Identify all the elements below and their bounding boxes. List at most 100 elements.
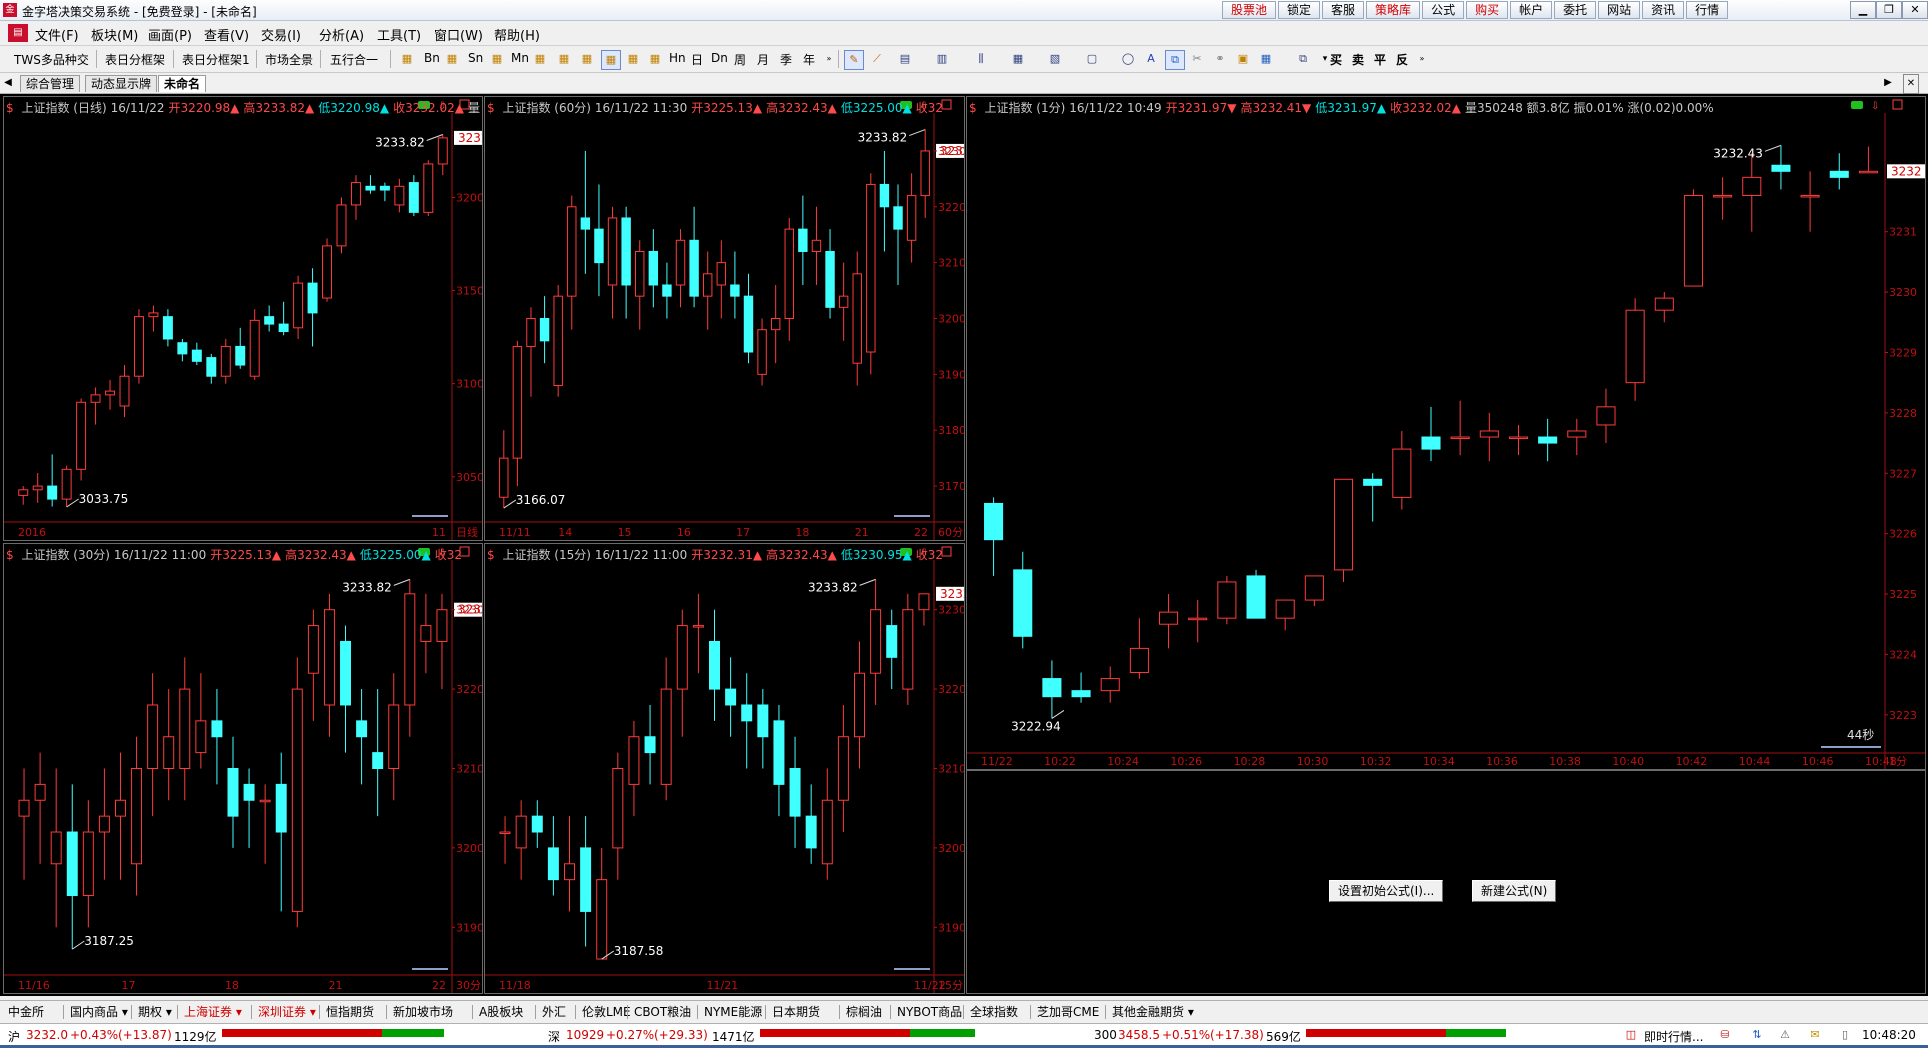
menu-tools[interactable]: 工具(T): [377, 25, 421, 44]
top-button-4[interactable]: 公式: [1422, 1, 1465, 19]
period-mn[interactable]: Mn: [511, 51, 529, 65]
toolbar-five-in-one[interactable]: 五行合一: [330, 51, 378, 68]
market-tab-8[interactable]: 外汇: [538, 1004, 570, 1020]
realtime-quote-link[interactable]: 即时行情...: [1644, 1028, 1703, 1045]
top-button-5[interactable]: 购买: [1466, 1, 1509, 19]
circle-icon[interactable]: ◯: [1119, 50, 1137, 68]
tab-untitled[interactable]: 未命名: [158, 75, 207, 92]
top-button-3[interactable]: 策略库: [1366, 1, 1421, 19]
menu-sector[interactable]: 板块(M): [91, 25, 138, 44]
copy-icon[interactable]: ⧉: [1165, 50, 1185, 70]
market-tab-11[interactable]: NYME能源: [700, 1004, 766, 1020]
market-tab-6[interactable]: 新加坡市场: [389, 1004, 457, 1020]
market-tab-4[interactable]: 深圳证券 ▾: [254, 1004, 320, 1020]
doc-icon[interactable]: ▤: [8, 24, 28, 42]
chart-icon[interactable]: ▦: [531, 50, 549, 68]
message-icon[interactable]: ✉: [1806, 1026, 1824, 1044]
link-icon[interactable]: ⚭: [1211, 50, 1229, 68]
network-icon[interactable]: ⇅: [1748, 1026, 1766, 1044]
kline-icon[interactable]: ⫼: [972, 50, 990, 68]
period-hn[interactable]: Hn: [669, 51, 686, 65]
top-button-6[interactable]: 帐户: [1510, 1, 1553, 19]
market-tab-3[interactable]: 上海证券 ▾: [180, 1004, 246, 1020]
market-tab-7[interactable]: A股板块: [475, 1004, 527, 1020]
overflow-icon[interactable]: »: [1413, 50, 1431, 68]
top-button-0[interactable]: 股票池: [1222, 1, 1277, 19]
grid-icon[interactable]: ▧: [1046, 50, 1064, 68]
image-icon[interactable]: ▣: [1234, 50, 1252, 68]
chart-panel-15min[interactable]: 3233.82 3187.58 3232 3230 3220 3210 3200 3190 11…: [484, 543, 965, 994]
draw-pen-icon[interactable]: ✎: [844, 50, 864, 70]
menu-analysis[interactable]: 分析(A): [319, 25, 364, 44]
market-tab-15[interactable]: 全球指数: [966, 1004, 1022, 1020]
top-button-7[interactable]: 委托: [1554, 1, 1597, 19]
menu-trade[interactable]: 交易(I): [261, 25, 301, 44]
market-tab-12[interactable]: 日本期货: [768, 1004, 824, 1020]
chart-icon[interactable]: ▦: [398, 50, 416, 68]
restore-button[interactable]: ❐: [1876, 1, 1902, 19]
bar-icon[interactable]: ▥: [933, 50, 951, 68]
tab-integrated-management[interactable]: 综合管理: [20, 75, 81, 92]
market-tab-17[interactable]: 其他金融期货 ▾: [1108, 1004, 1198, 1020]
market-tab-13[interactable]: 棕榈油: [842, 1004, 886, 1020]
top-button-1[interactable]: 锁定: [1278, 1, 1321, 19]
menu-file[interactable]: 文件(F): [35, 25, 79, 44]
market-tab-2[interactable]: 期权 ▾: [134, 1004, 176, 1020]
chart-panel-1min[interactable]: 3232.43 3222.94 3232 3231 3230 3229 3228 3227 32…: [966, 96, 1926, 770]
chart-icon[interactable]: ▦: [601, 50, 621, 70]
market-tab-10[interactable]: CBOT粮油: [630, 1004, 695, 1020]
menu-view-layout[interactable]: 画面(P): [148, 25, 192, 44]
period-week[interactable]: 周: [734, 51, 746, 68]
top-button-2[interactable]: 客服: [1322, 1, 1365, 19]
menu-view[interactable]: 查看(V): [204, 25, 249, 44]
period-dn[interactable]: Dn: [711, 51, 728, 65]
warning-icon[interactable]: ⚠: [1776, 1026, 1794, 1044]
toolbar-tws[interactable]: TWS多品种交: [14, 51, 89, 68]
trade-reverse[interactable]: 反: [1396, 51, 1408, 68]
minimize-button[interactable]: ▁: [1850, 1, 1876, 19]
frame-icon[interactable]: ▢: [1083, 50, 1101, 68]
new-formula-button[interactable]: 新建公式(N): [1472, 880, 1557, 902]
period-sn[interactable]: Sn: [468, 51, 483, 65]
trade-buy[interactable]: 买: [1330, 51, 1342, 68]
period-bn[interactable]: Bn: [424, 51, 440, 65]
period-quarter[interactable]: 季: [780, 51, 792, 68]
chart-icon[interactable]: ▦: [488, 50, 506, 68]
chart-icon[interactable]: ▦: [555, 50, 573, 68]
top-button-10[interactable]: 行情: [1686, 1, 1729, 19]
indicator-icon[interactable]: ▤: [896, 50, 914, 68]
chart-panel-daily[interactable]: 3233.82 3033.75 3232 3200 3150 3100 3050 2016 11…: [3, 96, 483, 541]
toolbar-frame[interactable]: 表日分框架: [105, 51, 165, 68]
market-tab-5[interactable]: 恒指期货: [322, 1004, 378, 1020]
table-icon[interactable]: ▦: [1257, 50, 1275, 68]
trade-sell[interactable]: 卖: [1352, 51, 1364, 68]
chart-icon[interactable]: ▦: [646, 50, 664, 68]
menu-help[interactable]: 帮助(H): [494, 25, 540, 44]
chart-panel-30min[interactable]: 3233.823187.2532323230322032103200319011…: [3, 543, 483, 994]
layout-icon[interactable]: ⧉: [1294, 50, 1312, 68]
market-tab-1[interactable]: 国内商品 ▾: [66, 1004, 132, 1020]
chart-icon[interactable]: ▦: [624, 50, 642, 68]
tab-close-icon[interactable]: ✕: [1903, 74, 1919, 94]
chart-icon[interactable]: ▦: [578, 50, 596, 68]
toolbar-market-overview[interactable]: 市场全景: [265, 51, 313, 68]
top-button-9[interactable]: 资讯: [1642, 1, 1685, 19]
realtime-quote-icon[interactable]: ◫: [1622, 1026, 1640, 1044]
document-icon[interactable]: ▯: [1836, 1026, 1854, 1044]
market-tab-14[interactable]: NYBOT商品: [893, 1004, 966, 1020]
tab-scroll-left-icon[interactable]: ◀: [2, 74, 14, 92]
market-tab-16[interactable]: 芝加哥CME: [1033, 1004, 1103, 1020]
close-button[interactable]: ✕: [1902, 1, 1928, 19]
volume-icon[interactable]: ▦: [1009, 50, 1027, 68]
trade-close[interactable]: 平: [1374, 51, 1386, 68]
database-icon[interactable]: ⛁: [1716, 1026, 1734, 1044]
text-tool-icon[interactable]: A: [1142, 50, 1160, 68]
chart-icon[interactable]: ▦: [443, 50, 461, 68]
tab-dynamic-display[interactable]: 动态显示牌: [85, 75, 158, 92]
period-month[interactable]: 月: [757, 51, 769, 68]
set-initial-formula-button[interactable]: 设置初始公式(I)...: [1329, 880, 1444, 902]
menu-window[interactable]: 窗口(W): [434, 25, 483, 44]
line-tool-icon[interactable]: ⟋: [868, 50, 886, 68]
toolbar-frame1[interactable]: 表日分框架1: [182, 51, 250, 68]
top-button-8[interactable]: 网站: [1598, 1, 1641, 19]
